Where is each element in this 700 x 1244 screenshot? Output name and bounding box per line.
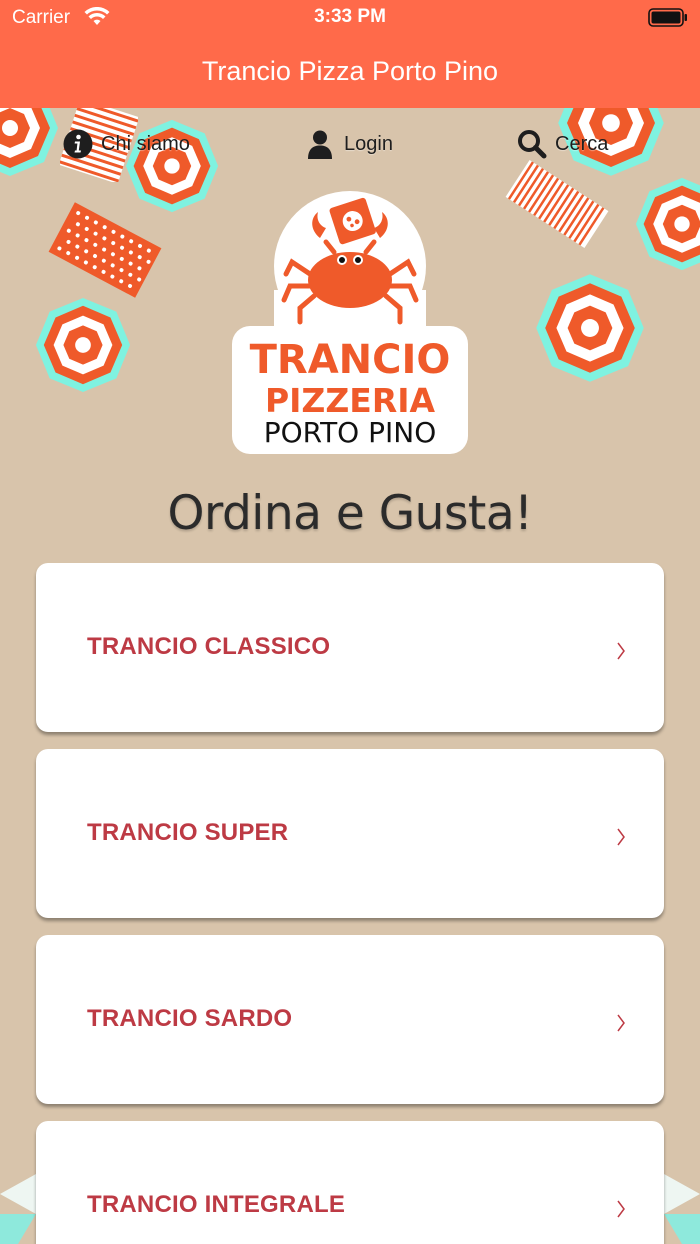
info-icon: [63, 129, 93, 159]
user-icon: [308, 130, 332, 159]
menu-item-label: TRANCIO INTEGRALE: [87, 1191, 346, 1218]
logo-line3: PORTO PINO: [264, 416, 437, 449]
menu-item-trancio-super[interactable]: TRANCIO SUPER: [36, 749, 664, 918]
search-link[interactable]: Cerca: [517, 128, 608, 160]
nav-title: Trancio Pizza Porto Pino: [201, 56, 499, 86]
pattern-decoration: [664, 1174, 700, 1244]
trancio-pizzeria-logo: TRANCIO PIZZERIA PORTO PINO: [232, 191, 468, 454]
search-icon: [518, 130, 547, 159]
chevron-right-icon: [617, 642, 625, 660]
clock-time: 3:33 PM: [314, 6, 386, 27]
page-headline: Ordina e Gusta!: [167, 486, 533, 541]
logo-line1: TRANCIO: [250, 337, 451, 383]
towel-decoration: [48, 202, 162, 298]
umbrella-decoration: [635, 177, 700, 271]
login-link[interactable]: Login: [306, 128, 393, 160]
pattern-decoration: [0, 1174, 36, 1244]
about-label: Chi siamo: [101, 132, 190, 155]
battery-icon: [648, 8, 687, 27]
chevron-right-icon: [617, 1014, 625, 1032]
status-bar: Carrier 3:33 PM: [0, 0, 700, 36]
umbrella-decoration: [536, 274, 644, 382]
menu-item-trancio-classico[interactable]: TRANCIO CLASSICO: [36, 563, 664, 732]
chevron-right-icon: [617, 1200, 625, 1218]
about-link[interactable]: Chi siamo: [63, 128, 190, 160]
logo-line2: PIZZERIA: [265, 381, 436, 420]
chevron-right-icon: [617, 828, 625, 846]
search-label: Cerca: [555, 132, 609, 155]
login-label: Login: [344, 132, 393, 155]
navigation-bar: Trancio Pizza Porto Pino: [0, 36, 700, 108]
menu-item-trancio-integrale[interactable]: TRANCIO INTEGRALE: [36, 1121, 664, 1244]
menu-item-label: TRANCIO SARDO: [87, 1005, 293, 1032]
umbrella-decoration: [0, 108, 58, 176]
towel-decoration: [505, 159, 609, 249]
umbrella-decoration: [35, 297, 131, 393]
menu-item-label: TRANCIO CLASSICO: [87, 633, 331, 660]
menu-item-label: TRANCIO SUPER: [87, 819, 289, 846]
menu-item-trancio-sardo[interactable]: TRANCIO SARDO: [36, 935, 664, 1104]
